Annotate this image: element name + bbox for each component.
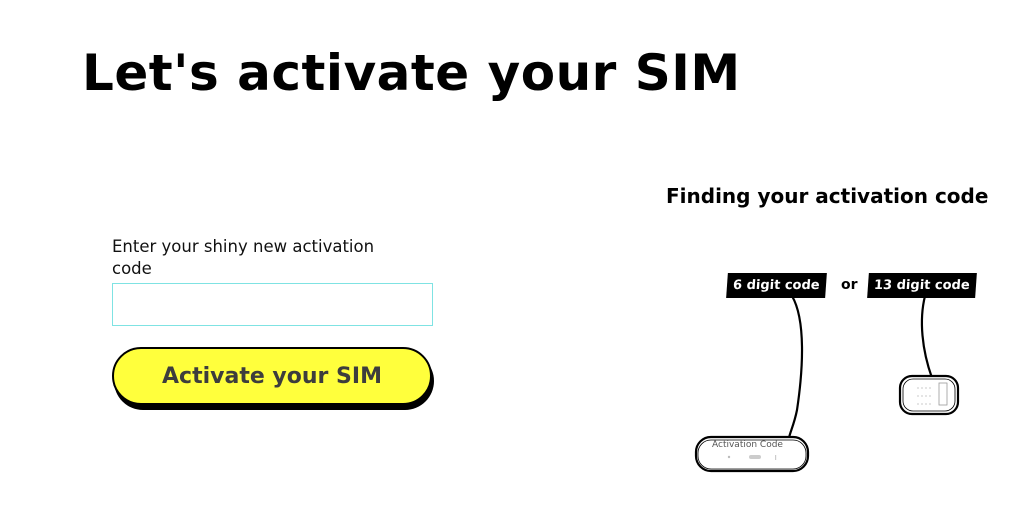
sim-card-large: Activation Code — [694, 435, 810, 473]
connector-line-6-digit — [787, 294, 804, 440]
six-digit-code-tag: 6 digit code — [726, 273, 827, 298]
sim-card-illustration: Activation Code — [694, 294, 960, 473]
connector-line-13-digit — [920, 294, 934, 380]
thirteen-digit-code-tag: 13 digit code — [867, 273, 977, 298]
sim-card-small — [898, 374, 960, 416]
card-activation-label: Activation Code — [712, 440, 783, 450]
activation-page: Let's activate your SIM Enter your shiny… — [0, 0, 1024, 506]
or-separator: or — [841, 277, 858, 293]
